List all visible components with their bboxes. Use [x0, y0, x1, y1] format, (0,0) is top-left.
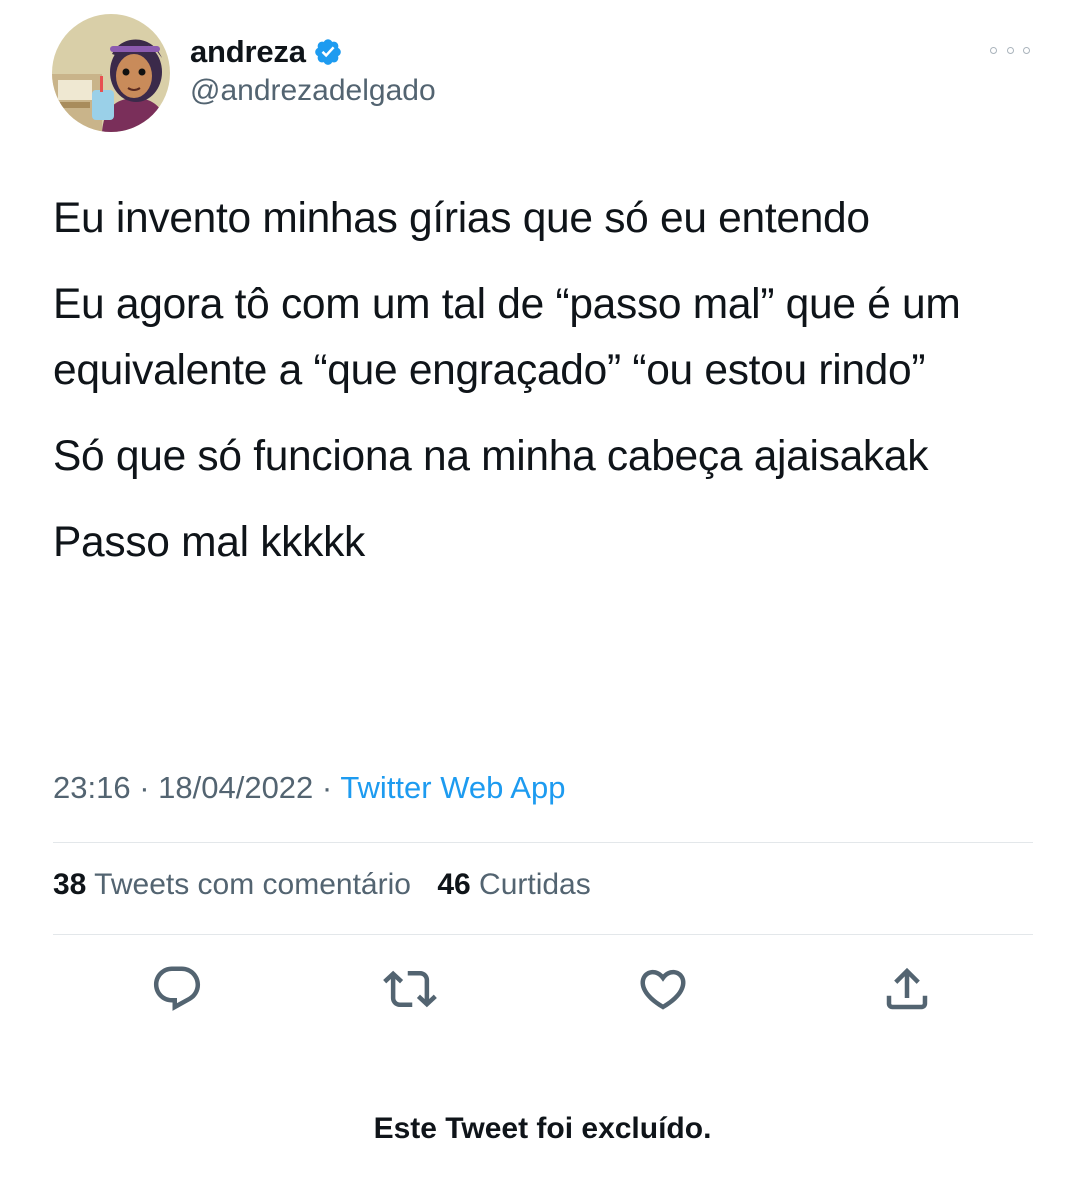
author-name-row[interactable]: andreza	[190, 30, 343, 74]
divider	[53, 842, 1033, 843]
verified-badge-icon	[313, 37, 343, 67]
display-name[interactable]: andreza	[190, 34, 306, 70]
quote-label: Tweets com comentário	[94, 868, 411, 901]
separator: ·	[321, 770, 341, 805]
tweet-paragraph: Passo mal kkkkk	[53, 519, 365, 566]
tweet-paragraph: Eu invento minhas gírias que só eu enten…	[53, 195, 870, 242]
share-icon[interactable]	[880, 962, 934, 1016]
quote-count: 38	[53, 868, 87, 901]
tweet-paragraph: Eu agora tô com um tal de “passo mal” qu…	[53, 281, 961, 394]
tweet-date[interactable]: 18/04/2022	[158, 770, 313, 805]
cartoon-girl-avatar	[52, 14, 170, 132]
retweet-icon[interactable]	[383, 962, 437, 1016]
more-options-icon[interactable]	[990, 38, 1030, 62]
like-icon[interactable]	[636, 962, 690, 1016]
like-label: Curtidas	[479, 868, 591, 901]
dot	[990, 46, 997, 54]
user-handle[interactable]: @andrezadelgado	[190, 74, 436, 108]
avatar[interactable]	[52, 14, 170, 132]
tweet-source-link[interactable]: Twitter Web App	[340, 770, 565, 805]
separator: ·	[139, 770, 159, 805]
dot	[1023, 46, 1030, 54]
likes-stat[interactable]: 46 Curtidas	[437, 868, 590, 901]
reply-icon[interactable]	[150, 962, 204, 1016]
divider	[53, 934, 1033, 935]
tweet-metadata: 23:16 · 18/04/2022 · Twitter Web App	[53, 770, 565, 806]
quote-tweets-stat[interactable]: 38 Tweets com comentário	[53, 868, 411, 901]
dot	[1006, 46, 1014, 54]
tweet-text: Eu invento minhas gírias que só eu enten…	[53, 186, 1043, 596]
tweet-paragraph: Só que só funciona na minha cabeça ajais…	[53, 433, 929, 480]
tweet-stats: 38 Tweets com comentário 46 Curtidas	[53, 868, 591, 902]
like-count: 46	[437, 868, 471, 901]
tweet-time[interactable]: 23:16	[53, 770, 131, 805]
deleted-tweet-notice: Este Tweet foi excluído.	[373, 1112, 712, 1145]
